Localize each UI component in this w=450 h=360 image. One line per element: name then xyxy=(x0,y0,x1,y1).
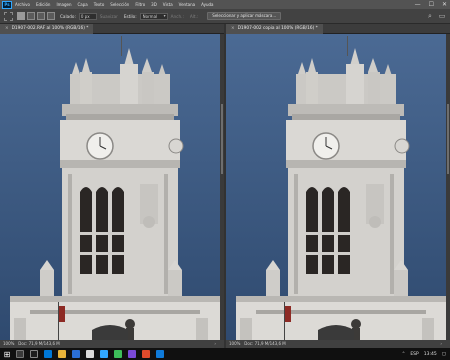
intersect-selection-icon[interactable] xyxy=(47,12,55,20)
taskbar: ⊞ ⌃ ESP 13:45 ▢ xyxy=(0,348,450,360)
style-select[interactable]: Normal xyxy=(139,12,168,20)
document-tab-right[interactable]: × D1907-002 copia al 100% (RGB/16) * xyxy=(226,24,450,34)
select-and-mask-button[interactable]: Seleccionar y aplicar máscara... xyxy=(207,12,282,20)
status-bar-left: 100% Doc: 71,9 M/143,6 M › xyxy=(0,340,224,348)
notifications-icon[interactable]: ▢ xyxy=(442,352,446,357)
photoshop-taskbar-icon[interactable] xyxy=(100,350,108,358)
subtract-selection-icon[interactable] xyxy=(37,12,45,20)
add-selection-icon[interactable] xyxy=(27,12,35,20)
search-icon[interactable]: ⌕ xyxy=(426,12,434,20)
document-pane-left: × D1907-002.RAF al 100% (RGB/16) * 100% … xyxy=(0,24,224,348)
vertical-scrollbar-right[interactable] xyxy=(446,34,450,340)
store-icon[interactable] xyxy=(72,350,80,358)
chrome-icon[interactable] xyxy=(86,350,94,358)
menu-3d[interactable]: 3D xyxy=(151,2,157,7)
menu-imagen[interactable]: Imagen xyxy=(56,2,71,7)
document-title-left: D1907-002.RAF al 100% (RGB/16) * xyxy=(11,25,89,31)
antialias-checkbox[interactable]: Suavizar xyxy=(100,14,118,19)
doc-size-right: Doc: 71,9 M/143,6 M xyxy=(244,341,286,346)
menu-seleccion[interactable]: Selección xyxy=(110,2,129,7)
options-bar: Calado: 0 px Suavizar Estilo: Normal Anc… xyxy=(0,9,450,24)
document-title-right: D1907-002 copia al 100% (RGB/16) * xyxy=(237,25,318,31)
menu-archivo[interactable]: Archivo xyxy=(15,2,30,7)
menu-capa[interactable]: Capa xyxy=(78,2,88,7)
vertical-scrollbar-left[interactable] xyxy=(220,34,224,340)
system-tray: ⌃ ESP 13:45 ▢ xyxy=(402,348,446,360)
status-arrow-icon[interactable]: › xyxy=(214,340,216,348)
menu-bar: Ps Archivo Edición Imagen Capa Texto Sel… xyxy=(0,0,450,9)
zoom-level-left[interactable]: 100% xyxy=(3,341,14,346)
feather-input[interactable]: 0 px xyxy=(78,12,97,20)
windows-start-icon[interactable]: ⊞ xyxy=(2,349,12,359)
tower-photo-right xyxy=(226,34,450,340)
search-icon[interactable] xyxy=(16,350,24,358)
app-icon[interactable] xyxy=(142,350,150,358)
image-canvas-left[interactable] xyxy=(0,34,224,340)
width-label: Anch.: xyxy=(170,13,184,19)
rectangular-marquee-icon[interactable] xyxy=(4,11,13,21)
workspace-icon[interactable]: ▭ xyxy=(438,12,446,20)
menu-ventana[interactable]: Ventana xyxy=(179,2,195,7)
close-tab-icon[interactable]: × xyxy=(231,26,235,31)
menu-ayuda[interactable]: Ayuda xyxy=(201,2,213,7)
network-icon[interactable]: ⌃ xyxy=(402,352,406,357)
image-canvas-right[interactable] xyxy=(226,34,450,340)
close-tab-icon[interactable]: × xyxy=(5,26,9,31)
tower-photo-left xyxy=(0,34,224,340)
menu-texto[interactable]: Texto xyxy=(94,2,105,7)
feather-label: Calado: xyxy=(60,13,76,19)
clock[interactable]: 13:45 xyxy=(424,352,437,357)
minimize-icon[interactable]: — xyxy=(415,0,421,9)
task-view-icon[interactable] xyxy=(30,350,38,358)
document-pane-right: × D1907-002 copia al 100% (RGB/16) * 100… xyxy=(226,24,450,348)
file-explorer-icon[interactable] xyxy=(58,350,66,358)
document-tab-left[interactable]: × D1907-002.RAF al 100% (RGB/16) * xyxy=(0,24,224,34)
status-arrow-icon[interactable]: › xyxy=(440,340,442,348)
menu-edicion[interactable]: Edición xyxy=(36,2,50,7)
menu-filtro[interactable]: Filtro xyxy=(135,2,145,7)
edge-icon[interactable] xyxy=(44,350,52,358)
photoshop-logo-icon: Ps xyxy=(2,0,12,9)
status-bar-right: 100% Doc: 71,9 M/143,6 M › xyxy=(226,340,450,348)
zoom-level-right[interactable]: 100% xyxy=(229,341,240,346)
menu-vista[interactable]: Vista xyxy=(163,2,173,7)
maximize-icon[interactable]: ☐ xyxy=(429,0,434,9)
close-window-icon[interactable]: ✕ xyxy=(442,0,447,9)
new-selection-icon[interactable] xyxy=(17,12,25,20)
app-icon[interactable] xyxy=(128,350,136,358)
language-indicator[interactable]: ESP xyxy=(410,352,418,357)
style-label: Estilo: xyxy=(123,13,137,19)
doc-size-left: Doc: 71,9 M/143,6 M xyxy=(18,341,60,346)
mail-icon[interactable] xyxy=(156,350,164,358)
height-label: Alt.: xyxy=(189,13,199,19)
whatsapp-icon[interactable] xyxy=(114,350,122,358)
